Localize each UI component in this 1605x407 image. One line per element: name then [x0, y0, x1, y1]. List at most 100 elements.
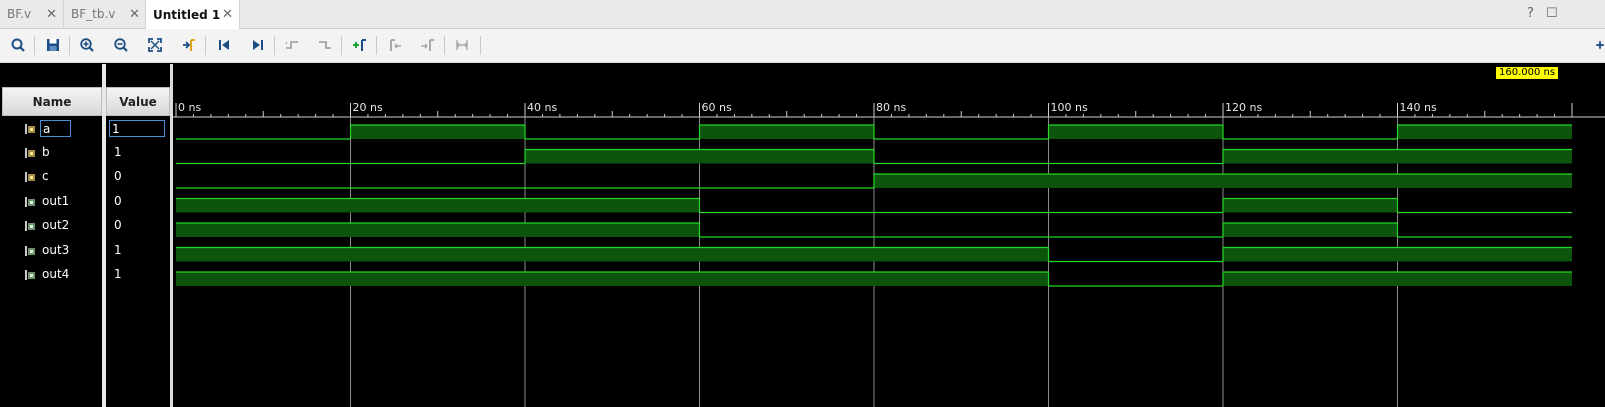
search-icon [11, 38, 25, 52]
wave-high-segment [525, 247, 700, 262]
add-marker-icon [353, 39, 366, 51]
output-signal-icon [25, 221, 35, 231]
zoom-fit-button[interactable] [145, 35, 165, 55]
zoom-in-icon [80, 38, 94, 52]
waveform-canvas[interactable]: 0 ns 20 ns 40 ns 60 ns 80 ns 100 ns 120 ns 140 … [173, 64, 1605, 407]
signal-name: out4 [42, 267, 70, 281]
tab-bf-tb-v[interactable]: BF_tb.v ✕ [64, 0, 147, 28]
signal-value: 0 [114, 169, 122, 183]
wave-high-segment [176, 247, 351, 262]
signal-value: 1 [109, 120, 165, 137]
go-to-last-time-button[interactable] [248, 35, 268, 55]
signal-name: out2 [42, 218, 70, 232]
ruler-label: 40 ns [527, 101, 557, 114]
signal-name: c [42, 169, 49, 183]
go-to-cursor-button[interactable] [179, 35, 199, 55]
next-transition-button[interactable] [315, 35, 335, 55]
toolbar-overflow-button[interactable] [1585, 35, 1605, 55]
signal-row-out3[interactable]: out3 1 [0, 239, 170, 263]
go-to-time-zero-button[interactable] [214, 35, 234, 55]
previous-transition-button[interactable] [282, 35, 302, 55]
tab-bf-v[interactable]: BF.v ✕ [0, 0, 64, 28]
wave-high-segment [350, 272, 525, 286]
ruler-label: 120 ns [1225, 101, 1262, 114]
maximize-icon[interactable]: ☐ [1546, 6, 1558, 21]
wave-high-segment [350, 247, 525, 262]
signal-row-c[interactable]: c 0 [0, 165, 170, 189]
signal-icon [25, 148, 35, 158]
signal-row-out1[interactable]: out1 0 [0, 190, 170, 214]
wave-high-segment [1397, 174, 1572, 188]
search-button[interactable] [8, 35, 28, 55]
toolbar-separator [205, 36, 206, 55]
tab-untitled-1[interactable]: Untitled 1 ✕ [145, 0, 240, 29]
signal-row-a[interactable]: a 1 [0, 117, 170, 141]
tab-bar: BF.v ✕ BF_tb.v ✕ Untitled 1 ✕ ? ☐ [0, 0, 1605, 29]
wave-high-segment [874, 174, 1049, 188]
close-icon[interactable]: ✕ [46, 7, 57, 22]
swap-cursors-button[interactable] [452, 35, 472, 55]
wave-high-segment [699, 247, 874, 262]
signal-row-out4[interactable]: out4 1 [0, 263, 170, 287]
previous-marker-button[interactable] [385, 35, 405, 55]
tab-label: BF_tb.v [71, 7, 116, 21]
wave-high-segment [699, 149, 874, 164]
signal-row-out2[interactable]: out2 0 [0, 214, 170, 238]
add-marker-button[interactable] [350, 35, 370, 55]
signal-value: 0 [114, 194, 122, 208]
ruler-label: 0 ns [178, 101, 201, 114]
names-pane-top [2, 64, 170, 86]
toolbar-separator [444, 36, 445, 55]
wave-high-segment [525, 223, 700, 237]
previous-marker-icon [390, 39, 401, 51]
help-icon[interactable]: ? [1527, 6, 1534, 21]
zoom-out-button[interactable] [111, 35, 131, 55]
wave-high-segment [1048, 174, 1223, 188]
output-signal-icon [25, 270, 35, 280]
save-icon [47, 39, 59, 51]
next-marker-button[interactable] [418, 35, 438, 55]
close-icon[interactable]: ✕ [129, 7, 140, 22]
wave-high-segment [350, 125, 525, 139]
signal-value: 0 [114, 218, 122, 232]
ruler-label: 60 ns [702, 101, 732, 114]
waveform-svg: 0 ns 20 ns 40 ns 60 ns 80 ns 100 ns 120 ns 140 … [173, 101, 1605, 407]
output-signal-icon [25, 246, 35, 256]
wave-high-segment [1223, 223, 1398, 237]
output-signal-icon [25, 197, 35, 207]
wave-high-segment [1223, 272, 1398, 286]
tab-label: Untitled 1 [153, 7, 221, 22]
zoom-out-icon [114, 38, 128, 52]
signal-value: 1 [114, 267, 122, 281]
wave-high-segment [1397, 125, 1572, 139]
wave-high-segment [1048, 125, 1223, 139]
ruler-label: 20 ns [353, 101, 383, 114]
zoom-in-button[interactable] [77, 35, 97, 55]
tab-label: BF.v [7, 7, 32, 21]
signal-row-b[interactable]: b 1 [0, 141, 170, 165]
wave-high-segment [176, 198, 351, 213]
wave-high-segment [1223, 149, 1398, 164]
save-button[interactable] [43, 35, 63, 55]
signal-name: a [40, 120, 71, 137]
wave-high-segment [699, 125, 874, 139]
wave-high-segment [1397, 247, 1572, 262]
cursor-time-label[interactable]: 160.000 ns [1496, 67, 1559, 79]
go-to-cursor-icon [183, 39, 195, 51]
wave-high-segment [699, 272, 874, 286]
wave-high-segment [350, 198, 525, 213]
next-marker-icon [421, 39, 434, 51]
wave-high-segment [874, 272, 1049, 286]
wave-high-segment [176, 223, 351, 237]
close-icon[interactable]: ✕ [222, 7, 233, 22]
wave-high-segment [525, 272, 700, 286]
value-column-header[interactable]: Value [106, 87, 170, 116]
name-column-header[interactable]: Name [2, 87, 102, 116]
signal-value: 1 [114, 145, 122, 159]
toolbar-separator [69, 36, 70, 55]
wave-high-segment [525, 198, 700, 213]
waveform-toolbar [0, 29, 1605, 63]
toolbar-separator [341, 36, 342, 55]
toolbar-separator [376, 36, 377, 55]
swap-cursors-icon [456, 40, 468, 50]
